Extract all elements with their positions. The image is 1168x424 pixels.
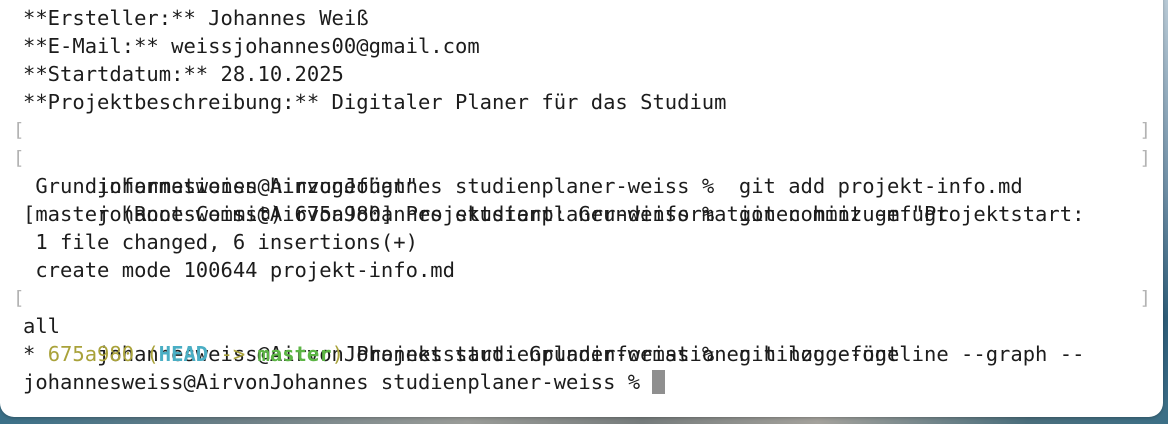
selection-bracket-left: [	[13, 147, 25, 169]
terminal-line-email: **E-Mail:** weissjohannes00@gmail.com	[23, 34, 480, 58]
terminal-line-create-mode: create mode 100644 projekt-info.md	[23, 258, 455, 282]
terminal-line-git-add: [ johannesweiss@AirvonJohannes studienpl…	[13, 116, 1155, 198]
commit-message: Projektstart: Grundinformationen hinzuge…	[343, 342, 900, 366]
terminal-line-commit-result: [master (Root-Commit) 675a980] Projektst…	[23, 202, 949, 226]
terminal-prompt-line[interactable]: johannesweiss@AirvonJohannes studienplan…	[23, 368, 1155, 396]
terminal-line-startdate: **Startdatum:** 28.10.2025	[23, 62, 344, 86]
selection-bracket-right: ]	[1139, 287, 1151, 309]
terminal-line-description: **Projektbeschreibung:** Digitaler Plane…	[23, 90, 727, 114]
shell-prompt: johannesweiss@AirvonJohannes studienplan…	[23, 370, 653, 394]
selection-bracket-right: ]	[1139, 147, 1151, 169]
terminal-line-git-log: [ johannesweiss@AirvonJohannes studienpl…	[13, 284, 1155, 366]
terminal-line-files-changed: 1 file changed, 6 insertions(+)	[23, 230, 418, 254]
terminal-line-log-entry: * 675a980 (HEAD -> master) Projektstart:…	[23, 340, 1155, 368]
terminal-line-git-log-continuation: all	[23, 314, 61, 338]
terminal-output: **Ersteller:** Johannes Weiß **E-Mail:**…	[13, 4, 1155, 396]
terminal-line-author: **Ersteller:** Johannes Weiß	[23, 6, 369, 30]
selection-bracket-left: [	[13, 119, 25, 141]
ref-paren-open: (	[134, 342, 159, 366]
selection-bracket-left: [	[13, 287, 25, 309]
ref-arrow: ->	[208, 342, 258, 366]
terminal-line-git-commit: [ johannesweiss@AirvonJohannes studienpl…	[13, 144, 1155, 226]
terminal-window[interactable]: **Ersteller:** Johannes Weiß **E-Mail:**…	[0, 0, 1163, 417]
branch-ref: master	[257, 342, 332, 366]
ref-paren-close: )	[331, 342, 344, 366]
head-ref: HEAD	[158, 342, 209, 366]
selection-bracket-right: ]	[1139, 119, 1151, 141]
commit-hash: 675a980	[47, 342, 135, 366]
graph-star: *	[23, 342, 48, 366]
terminal-line-commit-continuation: Grundinformationen hinzugefügt"	[23, 174, 418, 198]
text-cursor[interactable]	[652, 370, 666, 394]
